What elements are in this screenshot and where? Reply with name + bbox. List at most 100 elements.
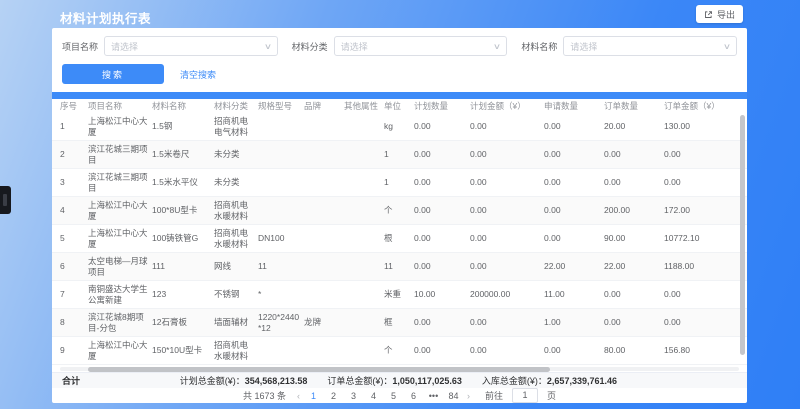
cell-project: 滨江花城三期项目: [88, 144, 152, 165]
cell-plan_qty: 0.00: [414, 177, 470, 188]
chevron-down-icon: ∨: [264, 42, 272, 51]
column-header: 项目名称: [88, 101, 152, 112]
cell-plan_qty: 0.00: [414, 345, 470, 356]
cell-apply_qty: 0.00: [544, 121, 604, 132]
cell-order_qty: 0.00: [604, 289, 664, 300]
page-button[interactable]: 1: [307, 391, 320, 401]
table-row: 8滨江花城8期项目-分包12石膏板墙面辅材1220*2440*12龙牌框0.00…: [52, 309, 747, 337]
column-header: 材料名称: [152, 101, 214, 112]
cell-material: 100*8U型卡: [152, 205, 214, 216]
cell-plan_qty: 10.00: [414, 289, 470, 300]
page-button[interactable]: 5: [387, 391, 400, 401]
cell-spec: DN100: [258, 233, 304, 244]
cell-order_qty: 0.00: [604, 149, 664, 160]
material-category-filter-label: 材料分类: [292, 40, 328, 53]
search-button[interactable]: 搜索: [62, 64, 164, 84]
cell-no: 5: [60, 233, 88, 244]
main-card: 项目名称 请选择 ∨ 材料分类 请选择 ∨ 材料名称 请选择 ∨ 搜索 清空搜索…: [52, 28, 747, 403]
horizontal-scrollbar-thumb[interactable]: [88, 367, 550, 372]
page-title: 材料计划执行表: [60, 8, 151, 27]
goto-page-input[interactable]: 1: [512, 388, 538, 403]
plan-total-amount-value: 354,568,213.58: [245, 376, 308, 386]
cell-apply_qty: 0.00: [544, 345, 604, 356]
page-button[interactable]: 84: [447, 391, 460, 401]
cell-category: 招商机电 水暖材料: [214, 340, 258, 361]
cell-material: 123: [152, 289, 214, 300]
cell-apply_qty: 22.00: [544, 261, 604, 272]
column-header: 规格型号: [258, 101, 304, 112]
cell-apply_qty: 11.00: [544, 289, 604, 300]
cell-apply_qty: 0.00: [544, 149, 604, 160]
pagination: 共 1673 条 ‹ 123456•••84 › 前往 1 页: [52, 388, 747, 403]
page-button[interactable]: 3: [347, 391, 360, 401]
horizontal-scrollbar-track: [60, 367, 739, 371]
export-label: 导出: [717, 8, 735, 21]
next-page-button[interactable]: ›: [467, 391, 470, 401]
cell-order_qty: 200.00: [604, 205, 664, 216]
prev-page-button[interactable]: ‹: [297, 391, 300, 401]
cell-order_amount: 0.00: [664, 177, 734, 188]
pagination-total-count: 共 1673 条: [243, 389, 286, 402]
cell-plan_amount: 0.00: [470, 149, 544, 160]
table-row: 9上海松江中心大厦150*10U型卡招商机电 水暖材料个0.000.000.00…: [52, 337, 747, 365]
column-header: 订单金额（¥）: [664, 101, 734, 112]
cell-plan_qty: 0.00: [414, 121, 470, 132]
cell-no: 9: [60, 345, 88, 356]
cell-unit: 1: [384, 177, 414, 188]
cell-unit: 根: [384, 233, 414, 244]
cell-no: 4: [60, 205, 88, 216]
collapsed-side-panel-tab[interactable]: [0, 186, 11, 214]
cell-no: 2: [60, 149, 88, 160]
cell-unit: 1: [384, 149, 414, 160]
table-row: 7南铜盛达大学生公寓新建123不锈钢*米重10.00200000.0011.00…: [52, 281, 747, 309]
goto-page-label: 前往: [485, 389, 503, 402]
column-header: 序号: [60, 101, 88, 112]
material-category-select-placeholder: 请选择: [341, 40, 368, 53]
summary-row: 合计 计划总金额(¥)：354,568,213.58 订单总金额(¥)：1,05…: [52, 372, 747, 388]
summary-items: 计划总金额(¥)：354,568,213.58 订单总金额(¥)：1,050,1…: [180, 374, 617, 387]
cell-category: 墙面辅材: [214, 317, 258, 328]
cell-plan_qty: 0.00: [414, 261, 470, 272]
cell-unit: 11: [384, 261, 414, 272]
table-top-accent-bar: [52, 92, 747, 99]
filter-group-project: 项目名称 请选择 ∨: [62, 36, 278, 56]
cell-order_qty: 0.00: [604, 317, 664, 328]
action-bar: 搜索 清空搜索: [52, 60, 747, 92]
cell-unit: 个: [384, 205, 414, 216]
table: 序号项目名称材料名称材料分类规格型号品牌其他属性单位计划数量计划金额（¥）申请数…: [52, 92, 747, 365]
column-header: 计划金额（¥）: [470, 101, 544, 112]
cell-project: 上海松江中心大厦: [88, 228, 152, 249]
inbound-total-amount: 入库总金额(¥)：2,657,339,761.46: [482, 374, 617, 387]
export-button[interactable]: 导出: [696, 5, 743, 23]
goto-page-suffix: 页: [547, 389, 556, 402]
table-row: 2滨江花城三期项目1.5米卷尺未分类10.000.000.000.000.00: [52, 141, 747, 169]
table-row: 6太空电梯—月球项目111网线11110.000.0022.0022.00118…: [52, 253, 747, 281]
cell-no: 1: [60, 121, 88, 132]
cell-plan_qty: 0.00: [414, 233, 470, 244]
order-total-amount-value: 1,050,117,025.63: [392, 376, 462, 386]
filter-group-material-category: 材料分类 请选择 ∨: [292, 36, 508, 56]
material-category-select[interactable]: 请选择 ∨: [334, 36, 508, 56]
vertical-scrollbar[interactable]: [740, 115, 745, 355]
cell-project: 南铜盛达大学生公寓新建: [88, 284, 152, 305]
cell-order_amount: 0.00: [664, 317, 734, 328]
table-row: 3滨江花城三期项目1.5米水平仪未分类10.000.000.000.000.00: [52, 169, 747, 197]
page-button[interactable]: 6: [407, 391, 420, 401]
project-name-select[interactable]: 请选择 ∨: [104, 36, 278, 56]
table-row: 4上海松江中心大厦100*8U型卡招商机电 水暖材料个0.000.000.002…: [52, 197, 747, 225]
cell-order_amount: 0.00: [664, 289, 734, 300]
cell-project: 上海松江中心大厦: [88, 200, 152, 221]
page-button[interactable]: 4: [367, 391, 380, 401]
clear-search-link[interactable]: 清空搜索: [180, 68, 216, 81]
material-name-select[interactable]: 请选择 ∨: [563, 36, 737, 56]
cell-project: 太空电梯—月球项目: [88, 256, 152, 277]
cell-order_amount: 0.00: [664, 149, 734, 160]
column-header: 单位: [384, 101, 414, 112]
cell-plan_amount: 0.00: [470, 233, 544, 244]
page-button[interactable]: 2: [327, 391, 340, 401]
cell-unit: 米重: [384, 289, 414, 300]
cell-unit: 个: [384, 345, 414, 356]
cell-apply_qty: 0.00: [544, 177, 604, 188]
column-header: 材料分类: [214, 101, 258, 112]
cell-project: 上海松江中心大厦: [88, 340, 152, 361]
